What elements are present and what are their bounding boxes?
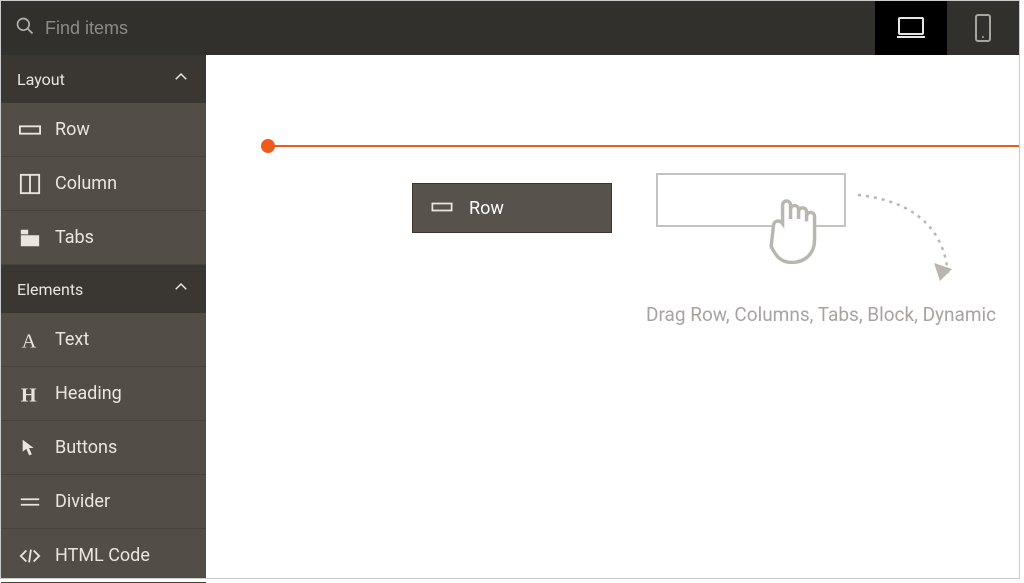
device-mobile-button[interactable] — [947, 1, 1019, 55]
search-input[interactable] — [45, 18, 861, 39]
sidebar-item-column[interactable]: Column — [1, 157, 206, 211]
chevron-up-icon — [172, 68, 190, 90]
sidebar-item-label: Row — [55, 119, 90, 140]
sidebar-item-tabs[interactable]: Tabs — [1, 211, 206, 265]
drag-chip-row[interactable]: Row — [412, 183, 612, 233]
grab-hand-icon — [758, 187, 830, 271]
sidebar-item-label: Tabs — [55, 227, 94, 248]
buttons-icon — [19, 437, 41, 459]
arrow-head-icon — [934, 263, 956, 289]
insertion-guide-line — [266, 145, 1019, 147]
html-code-icon — [19, 545, 41, 567]
section-title: Elements — [17, 280, 83, 299]
section-header-elements[interactable]: Elements — [1, 265, 206, 313]
sidebar-item-html-code[interactable]: HTML Code — [1, 529, 206, 583]
sidebar-item-label: Text — [55, 329, 89, 350]
app-frame: Layout Row Column Tabs Elements — [0, 0, 1020, 579]
sidebar-item-label: Heading — [55, 383, 122, 404]
search-wrap — [1, 16, 875, 40]
divider-icon — [19, 491, 41, 513]
sidebar-item-row[interactable]: Row — [1, 103, 206, 157]
sidebar-item-text[interactable]: A Text — [1, 313, 206, 367]
device-desktop-button[interactable] — [875, 1, 947, 55]
sidebar-item-label: Column — [55, 173, 117, 194]
sidebar-item-label: Divider — [55, 491, 110, 512]
sidebar-item-label: HTML Code — [55, 545, 150, 566]
section-header-layout[interactable]: Layout — [1, 55, 206, 103]
sidebar-item-buttons[interactable]: Buttons — [1, 421, 206, 475]
sidebar: Layout Row Column Tabs Elements — [1, 55, 206, 578]
svg-text:H: H — [21, 384, 37, 405]
section-title: Layout — [17, 70, 65, 89]
column-icon — [19, 173, 41, 195]
row-icon — [431, 198, 453, 219]
chevron-up-icon — [172, 278, 190, 300]
row-icon — [19, 119, 41, 141]
topbar — [1, 1, 1019, 55]
tabs-icon — [19, 227, 41, 249]
sidebar-item-label: Buttons — [55, 437, 117, 458]
text-icon: A — [19, 329, 41, 351]
drag-chip-label: Row — [469, 198, 504, 219]
heading-icon: H — [19, 383, 41, 405]
insertion-guide-dot — [261, 139, 275, 153]
search-icon — [15, 16, 35, 40]
sidebar-item-heading[interactable]: H Heading — [1, 367, 206, 421]
canvas[interactable]: Row Drag Row, Columns, Tabs, Block, Dyna… — [206, 55, 1019, 578]
svg-text:A: A — [22, 330, 37, 351]
dropzone-hint: Drag Row, Columns, Tabs, Block, Dynamic — [646, 303, 996, 326]
sidebar-item-divider[interactable]: Divider — [1, 475, 206, 529]
